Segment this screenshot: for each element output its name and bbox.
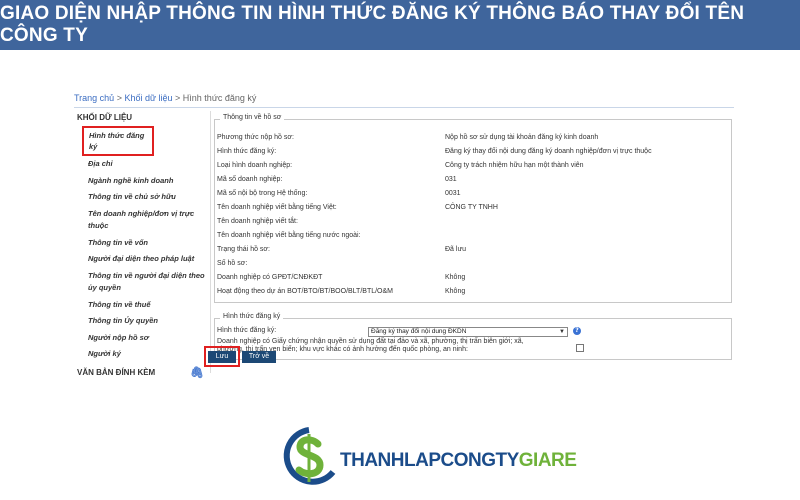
logo-text: THANHLAPCONGTYGIARE [340, 450, 577, 472]
select-value: Đăng ký thay đổi nội dung ĐKDN [371, 328, 467, 335]
sidebar-attachments[interactable]: VĂN BẢN ĐÍNH KÈM 🖇 [74, 363, 206, 379]
sidebar-item-submitter[interactable]: Người nộp hồ sơ [74, 330, 206, 347]
divider [210, 111, 211, 373]
info-label: Hoạt động theo dự án BOT/BTO/BT/BOO/BLT/… [217, 288, 393, 295]
brand-logo: THANHLAPCONGTYGIARE [278, 424, 577, 494]
sidebar-item-signer[interactable]: Người ký [74, 346, 206, 363]
registration-type-select[interactable]: Đăng ký thay đổi nội dung ĐKDN ▼ [368, 327, 568, 337]
help-icon[interactable]: ? [573, 327, 581, 335]
info-label: Hình thức đăng ký: [217, 148, 277, 155]
back-button[interactable]: Trở về [242, 351, 276, 363]
info-value: Không [445, 288, 466, 295]
sidebar-item-registration-type[interactable]: Hình thức đăng ký [82, 126, 154, 156]
info-value: 031 [445, 176, 457, 183]
screenshot-panel: Trang chủ > Khối dữ liệu > Hình thức đăn… [74, 93, 734, 383]
info-value: Công ty trách nhiệm hữu hạn một thành vi… [445, 162, 584, 169]
title-banner: GIAO DIỆN NHẬP THÔNG TIN HÌNH THỨC ĐĂNG … [0, 0, 800, 50]
attachments-label: VĂN BẢN ĐÍNH KÈM [77, 367, 156, 377]
land-certificate-checkbox[interactable] [576, 344, 584, 352]
logo-text-part1: THANHLAPCONGTY [340, 450, 519, 471]
divider [74, 107, 734, 108]
info-value: Nộp hồ sơ sử dụng tài khoản đăng ký kinh… [445, 134, 599, 141]
sidebar-item-authorized-rep[interactable]: Thông tin về người đại diện theo ủy quyề… [74, 268, 206, 297]
logo-text-part2: GIARE [518, 450, 577, 471]
info-label: Tên doanh nghiệp viết tắt: [217, 218, 298, 225]
info-label: Tên doanh nghiệp viết bằng tiếng Việt: [217, 204, 337, 211]
info-value: Không [445, 274, 466, 281]
breadcrumb: Trang chủ > Khối dữ liệu > Hình thức đăn… [74, 93, 256, 103]
sidebar: KHỐI DỮ LIỆU Hình thức đăng ký Địa chỉ N… [74, 110, 206, 379]
breadcrumb-data[interactable]: Khối dữ liệu [124, 93, 172, 103]
info-label: Phương thức nộp hồ sơ: [217, 134, 294, 141]
sidebar-item-business-lines[interactable]: Ngành nghề kinh doanh [74, 173, 206, 190]
sidebar-heading: KHỐI DỮ LIỆU [77, 113, 133, 122]
breadcrumb-sep: > [114, 93, 125, 103]
fieldset-legend: Hình thức đăng ký [220, 313, 284, 320]
info-value: Đăng ký thay đổi nội dung đăng ký doanh … [445, 148, 652, 155]
info-label: Số hồ sơ: [217, 260, 248, 267]
dossier-info-fieldset: Thông tin về hồ sơ Phương thức nộp hồ sơ… [214, 114, 732, 303]
sidebar-item-tax[interactable]: Thông tin về thuế [74, 297, 206, 314]
breadcrumb-home[interactable]: Trang chủ [74, 93, 114, 103]
sidebar-item-authorization[interactable]: Thông tin Ủy quyền [74, 313, 206, 330]
sidebar-item-address[interactable]: Địa chỉ [74, 156, 206, 173]
sidebar-item-capital[interactable]: Thông tin về vốn [74, 235, 206, 252]
sidebar-item-legal-rep[interactable]: Người đại diện theo pháp luật [74, 251, 206, 268]
sidebar-item-company-name[interactable]: Tên doanh nghiệp/đơn vị trực thuộc [74, 206, 206, 235]
save-button[interactable]: Lưu [208, 351, 236, 363]
info-label: Loại hình doanh nghiệp: [217, 162, 293, 169]
chevron-down-icon: ▼ [559, 329, 565, 335]
info-label: Mã số doanh nghiệp: [217, 176, 283, 183]
registration-fieldset: Hình thức đăng ký Hình thức đăng ký: Đăn… [214, 313, 732, 360]
registration-type-label: Hình thức đăng ký: [217, 327, 277, 334]
info-value: Đã lưu [445, 246, 467, 253]
dollar-logo-icon [283, 427, 336, 485]
info-label: Trạng thái hồ sơ: [217, 246, 270, 253]
breadcrumb-sep: > [172, 93, 183, 103]
info-value: CÔNG TY TNHH [445, 204, 498, 211]
info-value: 0031 [445, 190, 461, 197]
banner-title: GIAO DIỆN NHẬP THÔNG TIN HÌNH THỨC ĐĂNG … [0, 3, 745, 46]
breadcrumb-current: Hình thức đăng ký [182, 93, 257, 103]
info-label: Doanh nghiệp có GPĐT/CNĐKĐT [217, 274, 323, 281]
fieldset-legend: Thông tin về hồ sơ [220, 114, 285, 121]
info-label: Mã số nội bộ trong Hệ thống: [217, 190, 308, 197]
info-label: Tên doanh nghiệp viết bằng tiếng nước ng… [217, 232, 361, 239]
sidebar-item-owner[interactable]: Thông tin về chủ sở hữu [74, 189, 206, 206]
paperclip-icon[interactable]: 🖇 [190, 366, 204, 379]
